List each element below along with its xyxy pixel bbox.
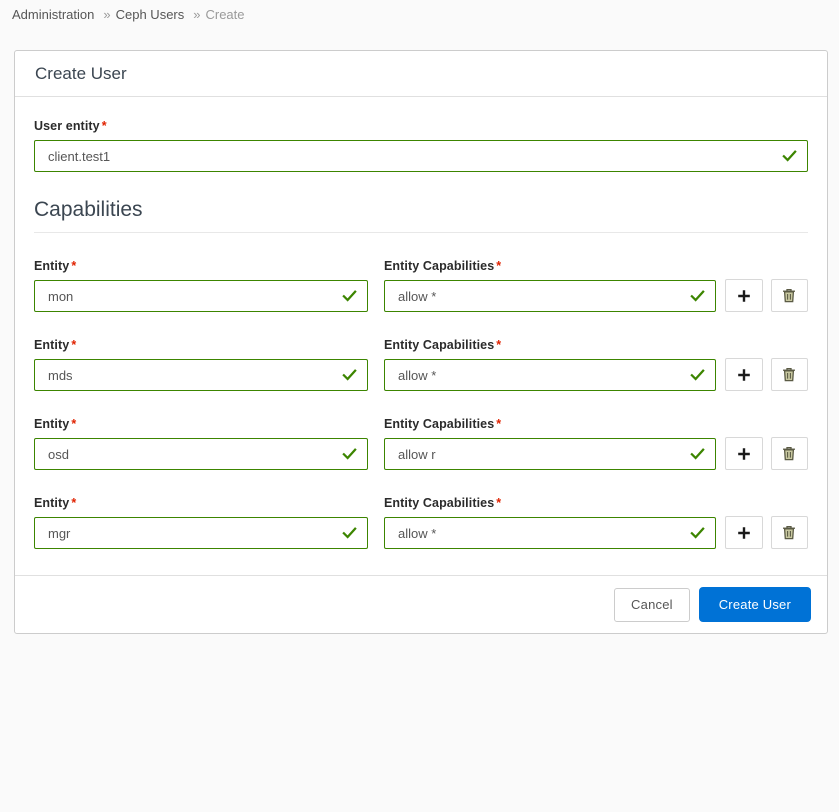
- entity-label-text: Entity: [34, 496, 70, 510]
- entity-capabilities-input-wrap: [384, 280, 716, 312]
- capabilities-divider: [34, 232, 808, 233]
- entity-label: Entity *: [34, 259, 368, 273]
- entity-input[interactable]: [34, 517, 368, 549]
- user-entity-input[interactable]: [34, 140, 808, 172]
- capability-row: Entity* Entity Capabilities*: [34, 338, 808, 391]
- entity-field-group: Entity *: [34, 496, 368, 549]
- user-entity-input-wrap: [34, 140, 808, 172]
- entity-label: Entity *: [34, 338, 368, 352]
- entity-input-wrap: [34, 438, 368, 470]
- add-capability-button[interactable]: [725, 358, 763, 391]
- required-asterisk: *: [496, 417, 502, 431]
- entity-capabilities-label: Entity Capabilities *: [384, 259, 716, 273]
- entity-capabilities-label: Entity Capabilities *: [384, 417, 716, 431]
- entity-capabilities-input-wrap: [384, 359, 716, 391]
- entity-label: Entity *: [34, 496, 368, 510]
- required-asterisk: *: [496, 259, 502, 273]
- capability-rows: Entity* Entity Capabilities*: [34, 259, 808, 549]
- delete-capability-button[interactable]: [770, 437, 808, 470]
- card-footer: Cancel Create User: [15, 575, 827, 633]
- breadcrumb: Administration » Ceph Users » Create: [0, 0, 839, 28]
- entity-capabilities-label-text: Entity Capabilities: [384, 417, 495, 431]
- entity-input[interactable]: [34, 280, 368, 312]
- plus-icon: [737, 447, 750, 460]
- entity-field-group: Entity *: [34, 259, 368, 312]
- card-body: User entity* Capabilities Entity*: [15, 97, 827, 575]
- entity-label-text: Entity: [34, 259, 70, 273]
- trash-icon: [783, 525, 796, 540]
- entity-input-wrap: [34, 359, 368, 391]
- user-entity-field-group: User entity *: [34, 119, 808, 172]
- entity-capabilities-label-text: Entity Capabilities: [384, 259, 495, 273]
- entity-capabilities-field-group: Entity Capabilities *: [384, 417, 716, 470]
- user-entity-label-text: User entity: [34, 119, 100, 133]
- entity-field-group: Entity *: [34, 417, 368, 470]
- trash-icon: [783, 367, 796, 382]
- entity-capabilities-input-wrap: [384, 438, 716, 470]
- entity-capabilities-field-group: Entity Capabilities *: [384, 496, 716, 549]
- breadcrumb-item-administration[interactable]: Administration: [12, 7, 94, 22]
- add-capability-button[interactable]: [725, 279, 763, 312]
- create-user-card: Create User User entity* Capabilities: [14, 50, 828, 634]
- delete-capability-button[interactable]: [770, 516, 808, 549]
- entity-capabilities-label: Entity Capabilities *: [384, 338, 716, 352]
- capability-row: Entity* Entity Capabilities*: [34, 496, 808, 549]
- entity-capabilities-input[interactable]: [384, 359, 716, 391]
- delete-capability-button[interactable]: [770, 279, 808, 312]
- breadcrumb-item-create: Create: [205, 6, 245, 22]
- entity-capabilities-field-group: Entity Capabilities *: [384, 259, 716, 312]
- plus-icon: [737, 368, 750, 381]
- required-asterisk: *: [71, 417, 77, 431]
- breadcrumb-separator-icon: »: [103, 6, 111, 22]
- entity-capabilities-field-group: Entity Capabilities *: [384, 338, 716, 391]
- add-capability-button[interactable]: [725, 437, 763, 470]
- plus-icon: [737, 289, 750, 302]
- required-asterisk: *: [71, 259, 77, 273]
- user-entity-label: User entity *: [34, 119, 808, 133]
- capability-row: Entity* Entity Capabilities*: [34, 417, 808, 470]
- entity-capabilities-input[interactable]: [384, 517, 716, 549]
- required-asterisk: *: [71, 338, 77, 352]
- capability-row: Entity* Entity Capabilities*: [34, 259, 808, 312]
- required-asterisk: *: [71, 496, 77, 510]
- entity-capabilities-label: Entity Capabilities *: [384, 496, 716, 510]
- required-asterisk: *: [101, 119, 107, 133]
- add-capability-button[interactable]: [725, 516, 763, 549]
- entity-input[interactable]: [34, 438, 368, 470]
- trash-icon: [783, 288, 796, 303]
- capabilities-heading: Capabilities: [34, 198, 143, 221]
- plus-icon: [737, 526, 750, 539]
- entity-capabilities-input[interactable]: [384, 280, 716, 312]
- entity-input-wrap: [34, 280, 368, 312]
- required-asterisk: *: [496, 338, 502, 352]
- entity-label-text: Entity: [34, 417, 70, 431]
- breadcrumb-item-ceph-users[interactable]: Ceph Users: [116, 7, 185, 22]
- entity-input[interactable]: [34, 359, 368, 391]
- cancel-button[interactable]: Cancel: [614, 587, 690, 622]
- create-user-button[interactable]: Create User: [698, 587, 811, 622]
- trash-icon: [783, 446, 796, 461]
- entity-field-group: Entity *: [34, 338, 368, 391]
- entity-label: Entity *: [34, 417, 368, 431]
- entity-capabilities-label-text: Entity Capabilities: [384, 338, 495, 352]
- required-asterisk: *: [496, 496, 502, 510]
- entity-capabilities-input[interactable]: [384, 438, 716, 470]
- entity-input-wrap: [34, 517, 368, 549]
- card-title: Create User: [15, 51, 827, 97]
- entity-capabilities-label-text: Entity Capabilities: [384, 496, 495, 510]
- delete-capability-button[interactable]: [770, 358, 808, 391]
- breadcrumb-separator-icon: »: [193, 6, 201, 22]
- entity-capabilities-input-wrap: [384, 517, 716, 549]
- entity-label-text: Entity: [34, 338, 70, 352]
